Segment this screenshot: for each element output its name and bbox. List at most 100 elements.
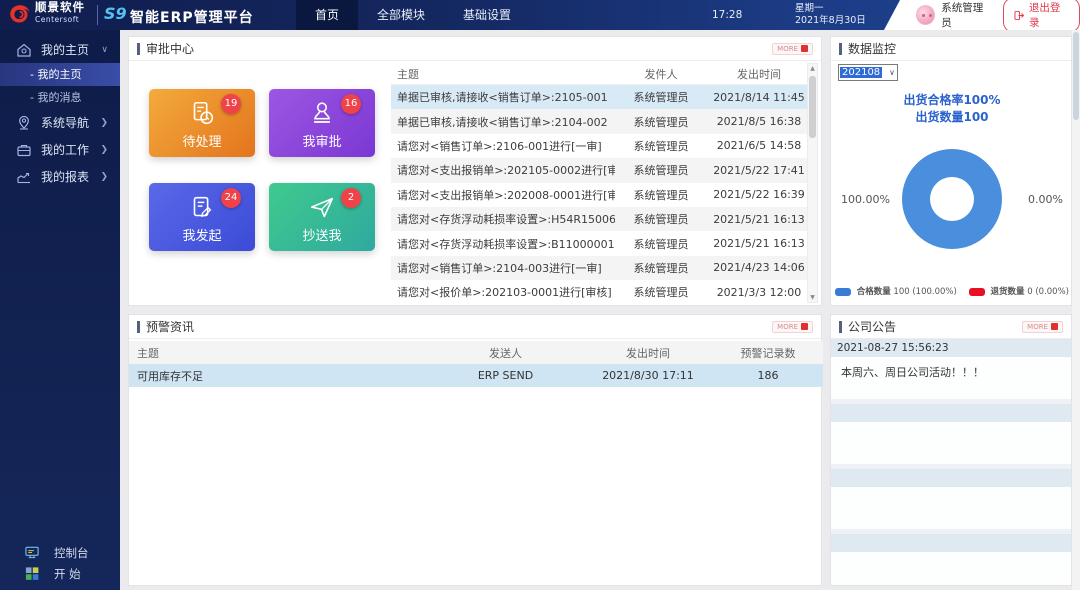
scroll-down-icon[interactable]: ▼	[808, 294, 817, 301]
row-subject: 可用库存不足	[129, 368, 428, 384]
chevron-right-icon: ❯	[100, 145, 108, 155]
legend-item-pass[interactable]: 合格数量 100 (100.00%)	[835, 285, 957, 297]
sidebar-item-my-reports[interactable]: 我的报表 ❯	[0, 163, 120, 190]
row-sender: 系统管理员	[615, 211, 707, 227]
page-scrollbar-thumb[interactable]	[1073, 32, 1079, 120]
tile-label: 我发起	[149, 225, 255, 244]
sidebar-item-my-home[interactable]: 我的主页 ∨	[0, 36, 120, 63]
title-accent-bar	[137, 321, 140, 333]
sidebar-item-system-nav[interactable]: 系统导航 ❯	[0, 109, 120, 136]
logout-button[interactable]: 退出登录	[1003, 0, 1080, 33]
table-row[interactable]: 请您对<支出报销单>:202105-0002进行[审核] 系统管理员 2021/…	[391, 158, 811, 182]
legend-swatch-blue	[835, 288, 851, 296]
sidebar-item-my-work[interactable]: 我的工作 ❯	[0, 136, 120, 163]
col-sent-time: 发出时间	[707, 66, 811, 82]
row-sender: 系统管理员	[615, 162, 707, 178]
more-icon	[1051, 323, 1058, 330]
announcement-content	[831, 552, 1071, 586]
sidebar-subitem-my-messages[interactable]: - 我的消息	[0, 86, 120, 109]
tab-all-modules[interactable]: 全部模块	[358, 0, 444, 30]
announcement-item[interactable]	[831, 534, 1071, 586]
tile-my-approvals[interactable]: 我审批 16	[269, 89, 375, 157]
row-sender: ERP SEND	[428, 369, 583, 382]
tile-badge: 2	[341, 188, 361, 208]
donut-chart[interactable]	[902, 149, 1002, 249]
announcement-item[interactable]	[831, 469, 1071, 529]
row-sender: 系统管理员	[615, 284, 707, 300]
pass-rate-stat: 出货合格率100%	[831, 92, 1073, 109]
tile-label: 待处理	[149, 131, 255, 150]
announcements-more-button[interactable]: MORE	[1022, 321, 1063, 333]
scrollbar-thumb[interactable]	[809, 76, 816, 138]
console-label: 控制台	[54, 545, 89, 561]
shipment-qty-stat: 出货数量100	[831, 109, 1073, 126]
table-row[interactable]: 可用库存不足 ERP SEND 2021/8/30 17:11 186	[129, 364, 823, 387]
period-select[interactable]: 202108 ∨	[838, 64, 898, 81]
start-item[interactable]: 开 始	[0, 563, 120, 584]
table-row[interactable]: 请您对<支出报销单>:202008-0001进行[审核] 系统管理员 2021/…	[391, 183, 811, 207]
weekday: 星期一	[795, 3, 866, 15]
table-row[interactable]: 请您对<报价单>:202103-0001进行[审核] 系统管理员 2021/3/…	[391, 280, 811, 304]
announcement-content: 本周六、周日公司活动！！！	[831, 357, 1071, 399]
row-count: 186	[713, 369, 823, 382]
row-sender: 系统管理员	[615, 260, 707, 276]
table-row[interactable]: 请您对<存货浮动耗损率设置>:H54R15006002进行[审核] 系统管理员 …	[391, 207, 811, 231]
alerts-table-header: 主题 发送人 发出时间 预警记录数	[129, 341, 823, 364]
approval-table-scrollbar[interactable]: ▲ ▼	[807, 63, 818, 303]
more-label: MORE	[777, 45, 798, 53]
topbar-user-zone: 系统管理员 退出登录	[884, 0, 1080, 30]
announcement-date: 2021-08-27 15:56:23	[831, 339, 1071, 357]
row-sender: 系统管理员	[615, 114, 707, 130]
table-row[interactable]: 请您对<销售订单>:2106-001进行[一审] 系统管理员 2021/6/5 …	[391, 134, 811, 158]
doc-clock-icon	[187, 99, 217, 129]
tile-pending[interactable]: 待处理 19	[149, 89, 255, 157]
tile-initiated-by-me[interactable]: 我发起 24	[149, 183, 255, 251]
row-time: 2021/5/21 16:13	[707, 213, 811, 226]
clock-time: 17:28	[712, 9, 742, 21]
approval-more-button[interactable]: MORE	[772, 43, 813, 55]
donut-label-left: 100.00%	[841, 193, 890, 206]
user-avatar[interactable]	[916, 5, 935, 25]
page-scrollbar[interactable]	[1072, 30, 1080, 590]
tab-home[interactable]: 首页	[296, 0, 358, 30]
legend-name: 退货数量	[991, 287, 1025, 297]
row-subject: 单据已审核,请接收<销售订单>:2105-001	[391, 89, 615, 105]
sidebar-subitem-my-home[interactable]: - 我的主页	[0, 63, 120, 86]
console-item[interactable]: 控制台	[0, 542, 120, 563]
approval-tiles: 待处理 19 我审批 16 我发起 24	[149, 89, 379, 251]
row-subject: 请您对<销售订单>:2106-001进行[一审]	[391, 138, 615, 154]
announcement-item[interactable]: 2021-08-27 15:56:23 本周六、周日公司活动！！！	[831, 339, 1071, 399]
col-sent-time: 发出时间	[583, 345, 713, 361]
start-icon	[24, 566, 40, 581]
table-row[interactable]: 单据已审核,请接收<销售订单>:2104-002 系统管理员 2021/8/5 …	[391, 109, 811, 133]
period-value: 202108	[840, 67, 882, 78]
chevron-down-icon: ∨	[101, 45, 108, 55]
alerts-more-button[interactable]: MORE	[772, 321, 813, 333]
row-sender: 系统管理员	[615, 89, 707, 105]
scroll-up-icon[interactable]: ▲	[808, 65, 817, 72]
announcement-item[interactable]	[831, 404, 1071, 464]
sidebar-item-label: 我的工作	[41, 141, 89, 158]
logout-icon	[1014, 10, 1024, 21]
row-time: 2021/5/22 17:41	[707, 164, 811, 177]
more-icon	[801, 45, 808, 52]
legend-item-return[interactable]: 退货数量 0 (0.00%)	[969, 285, 1069, 297]
row-time: 2021/4/23 14:06	[707, 261, 811, 274]
data-monitor-title: 数据监控	[848, 40, 896, 57]
row-time: 2021/5/22 16:39	[707, 188, 811, 201]
table-row[interactable]: 单据已审核,请接收<销售订单>:2105-001 系统管理员 2021/8/14…	[391, 85, 811, 109]
tile-badge: 24	[221, 188, 241, 208]
row-time: 2021/8/5 16:38	[707, 115, 811, 128]
col-subject: 主题	[129, 345, 428, 361]
tile-cc-to-me[interactable]: 抄送我 2	[269, 183, 375, 251]
paper-plane-icon	[307, 193, 337, 223]
approval-center-title: 审批中心	[146, 40, 194, 57]
alerts-table: 主题 发送人 发出时间 预警记录数 可用库存不足 ERP SEND 2021/8…	[129, 341, 823, 387]
table-row[interactable]: 请您对<存货浮动耗损率设置>:B11000001进行[审核] 系统管理员 202…	[391, 231, 811, 255]
tab-basic-settings[interactable]: 基础设置	[444, 0, 530, 30]
alerts-title: 预警资讯	[146, 318, 194, 335]
title-accent-bar	[839, 321, 842, 333]
tile-label: 我审批	[269, 131, 375, 150]
table-row[interactable]: 请您对<销售订单>:2104-003进行[一审] 系统管理员 2021/4/23…	[391, 256, 811, 280]
top-bar: 顺景软件 Centersoft S9 智能ERP管理平台 首页 全部模块 基础设…	[0, 0, 1080, 30]
